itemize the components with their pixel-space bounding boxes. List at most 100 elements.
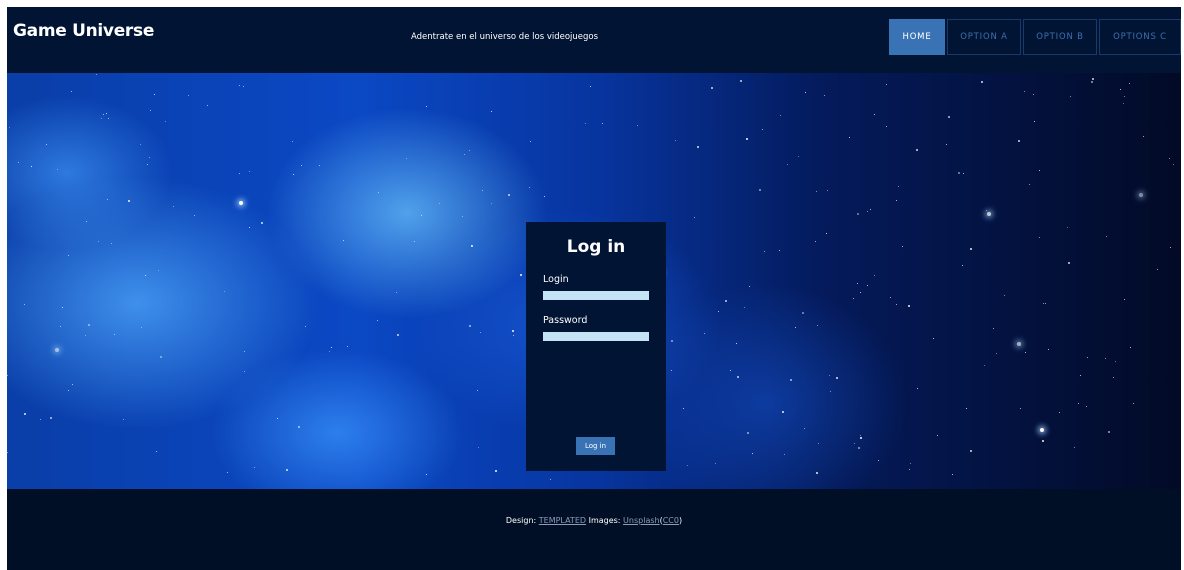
star-dot (849, 136, 851, 138)
star-dot (1122, 102, 1124, 104)
star-dot (298, 426, 301, 429)
star-dot (481, 189, 483, 191)
star-dot (113, 334, 115, 336)
star-dot (951, 474, 953, 476)
star-dot (1124, 298, 1126, 300)
star-dot (439, 202, 441, 204)
star-dot (490, 202, 492, 204)
star-dot (405, 158, 407, 159)
star-dot (17, 161, 19, 163)
star-dot (896, 199, 898, 201)
star-dot (877, 459, 879, 461)
star-dot (149, 156, 151, 158)
login-input[interactable] (543, 291, 649, 300)
star-dot (7, 452, 9, 454)
star-dot (885, 125, 887, 127)
star-dot (40, 419, 42, 421)
star-dot (468, 324, 471, 327)
site-title[interactable]: Game Universe (13, 21, 154, 41)
star-dot (735, 343, 737, 345)
star-dot (508, 194, 511, 197)
star-dot (1133, 402, 1135, 404)
star-dot (675, 139, 677, 141)
star-dot (426, 473, 428, 475)
star-dot (857, 282, 859, 284)
unsplash-link[interactable]: Unsplash (623, 516, 660, 525)
password-field-label: Password (543, 315, 588, 326)
star-dot (828, 375, 830, 377)
star-dot (157, 270, 159, 272)
star-dot (1128, 83, 1130, 85)
star-dot (687, 464, 689, 466)
cc0-link[interactable]: CC0 (663, 516, 679, 525)
star-dot (512, 334, 514, 336)
star-dot (95, 73, 97, 75)
star-dot (589, 86, 591, 88)
star-dot (804, 91, 806, 93)
star-dot (737, 376, 740, 379)
star-dot (885, 83, 887, 85)
star-dot (56, 168, 58, 170)
star-dot (823, 95, 825, 97)
star-dot (1048, 348, 1050, 350)
images-label: Images: (588, 516, 621, 525)
star-dot (249, 171, 251, 173)
star-dot (1033, 120, 1035, 122)
star-dot (870, 209, 872, 211)
star-dot (549, 478, 551, 480)
star-dot (996, 353, 998, 355)
star-dot (1024, 352, 1026, 354)
star-dot (874, 274, 876, 276)
star-dot (463, 153, 465, 155)
password-input[interactable] (543, 332, 649, 341)
nav-item-home[interactable]: HOME (889, 19, 945, 55)
star-dot (1115, 361, 1117, 363)
templated-link[interactable]: TEMPLATED (539, 516, 586, 525)
star-dot (829, 390, 831, 392)
star-dot (260, 222, 263, 225)
star-dot (23, 303, 25, 305)
page-frame: Game Universe Adentrate en el universo d… (7, 7, 1181, 570)
star-dot (1024, 91, 1026, 93)
star-dot (1070, 95, 1072, 97)
star-dot (670, 370, 672, 372)
star-dot (102, 114, 104, 116)
star-dot (987, 211, 992, 216)
star-dot (1157, 269, 1159, 271)
star-dot (243, 86, 245, 88)
star-dot (495, 469, 498, 472)
star-dot (916, 387, 918, 389)
star-dot (803, 428, 805, 430)
star-dot (145, 274, 147, 276)
star-dot (293, 174, 295, 176)
star-dot (421, 214, 423, 216)
nav-item-option-b[interactable]: OPTION B (1023, 19, 1097, 55)
star-dot (123, 419, 125, 421)
star-dot (7, 374, 9, 376)
star-dot (397, 334, 400, 337)
login-button[interactable]: Log in (576, 437, 615, 455)
star-dot (193, 214, 195, 216)
star-dot (1086, 405, 1088, 407)
star-dot (704, 332, 706, 334)
star-dot (958, 171, 960, 174)
star-dot (986, 209, 988, 211)
star-dot (1172, 163, 1174, 165)
star-dot (8, 127, 10, 129)
nav-item-options-c[interactable]: OPTIONS C (1099, 19, 1181, 55)
paren-close: ) (678, 516, 683, 525)
star-dot (140, 327, 142, 329)
star-dot (1067, 261, 1070, 264)
star-dot (45, 144, 47, 146)
star-dot (529, 186, 531, 188)
nav-item-option-a[interactable]: OPTION A (947, 19, 1021, 55)
star-dot (165, 121, 167, 123)
star-dot (396, 292, 398, 294)
star-dot (717, 311, 719, 313)
footer-credits: Design: TEMPLATED Images: Unsplash(CC0) (7, 516, 1181, 525)
star-dot (835, 377, 838, 380)
star-dot (377, 320, 379, 322)
star-dot (1138, 192, 1143, 197)
star-dot (860, 434, 862, 436)
star-dot (477, 447, 479, 449)
